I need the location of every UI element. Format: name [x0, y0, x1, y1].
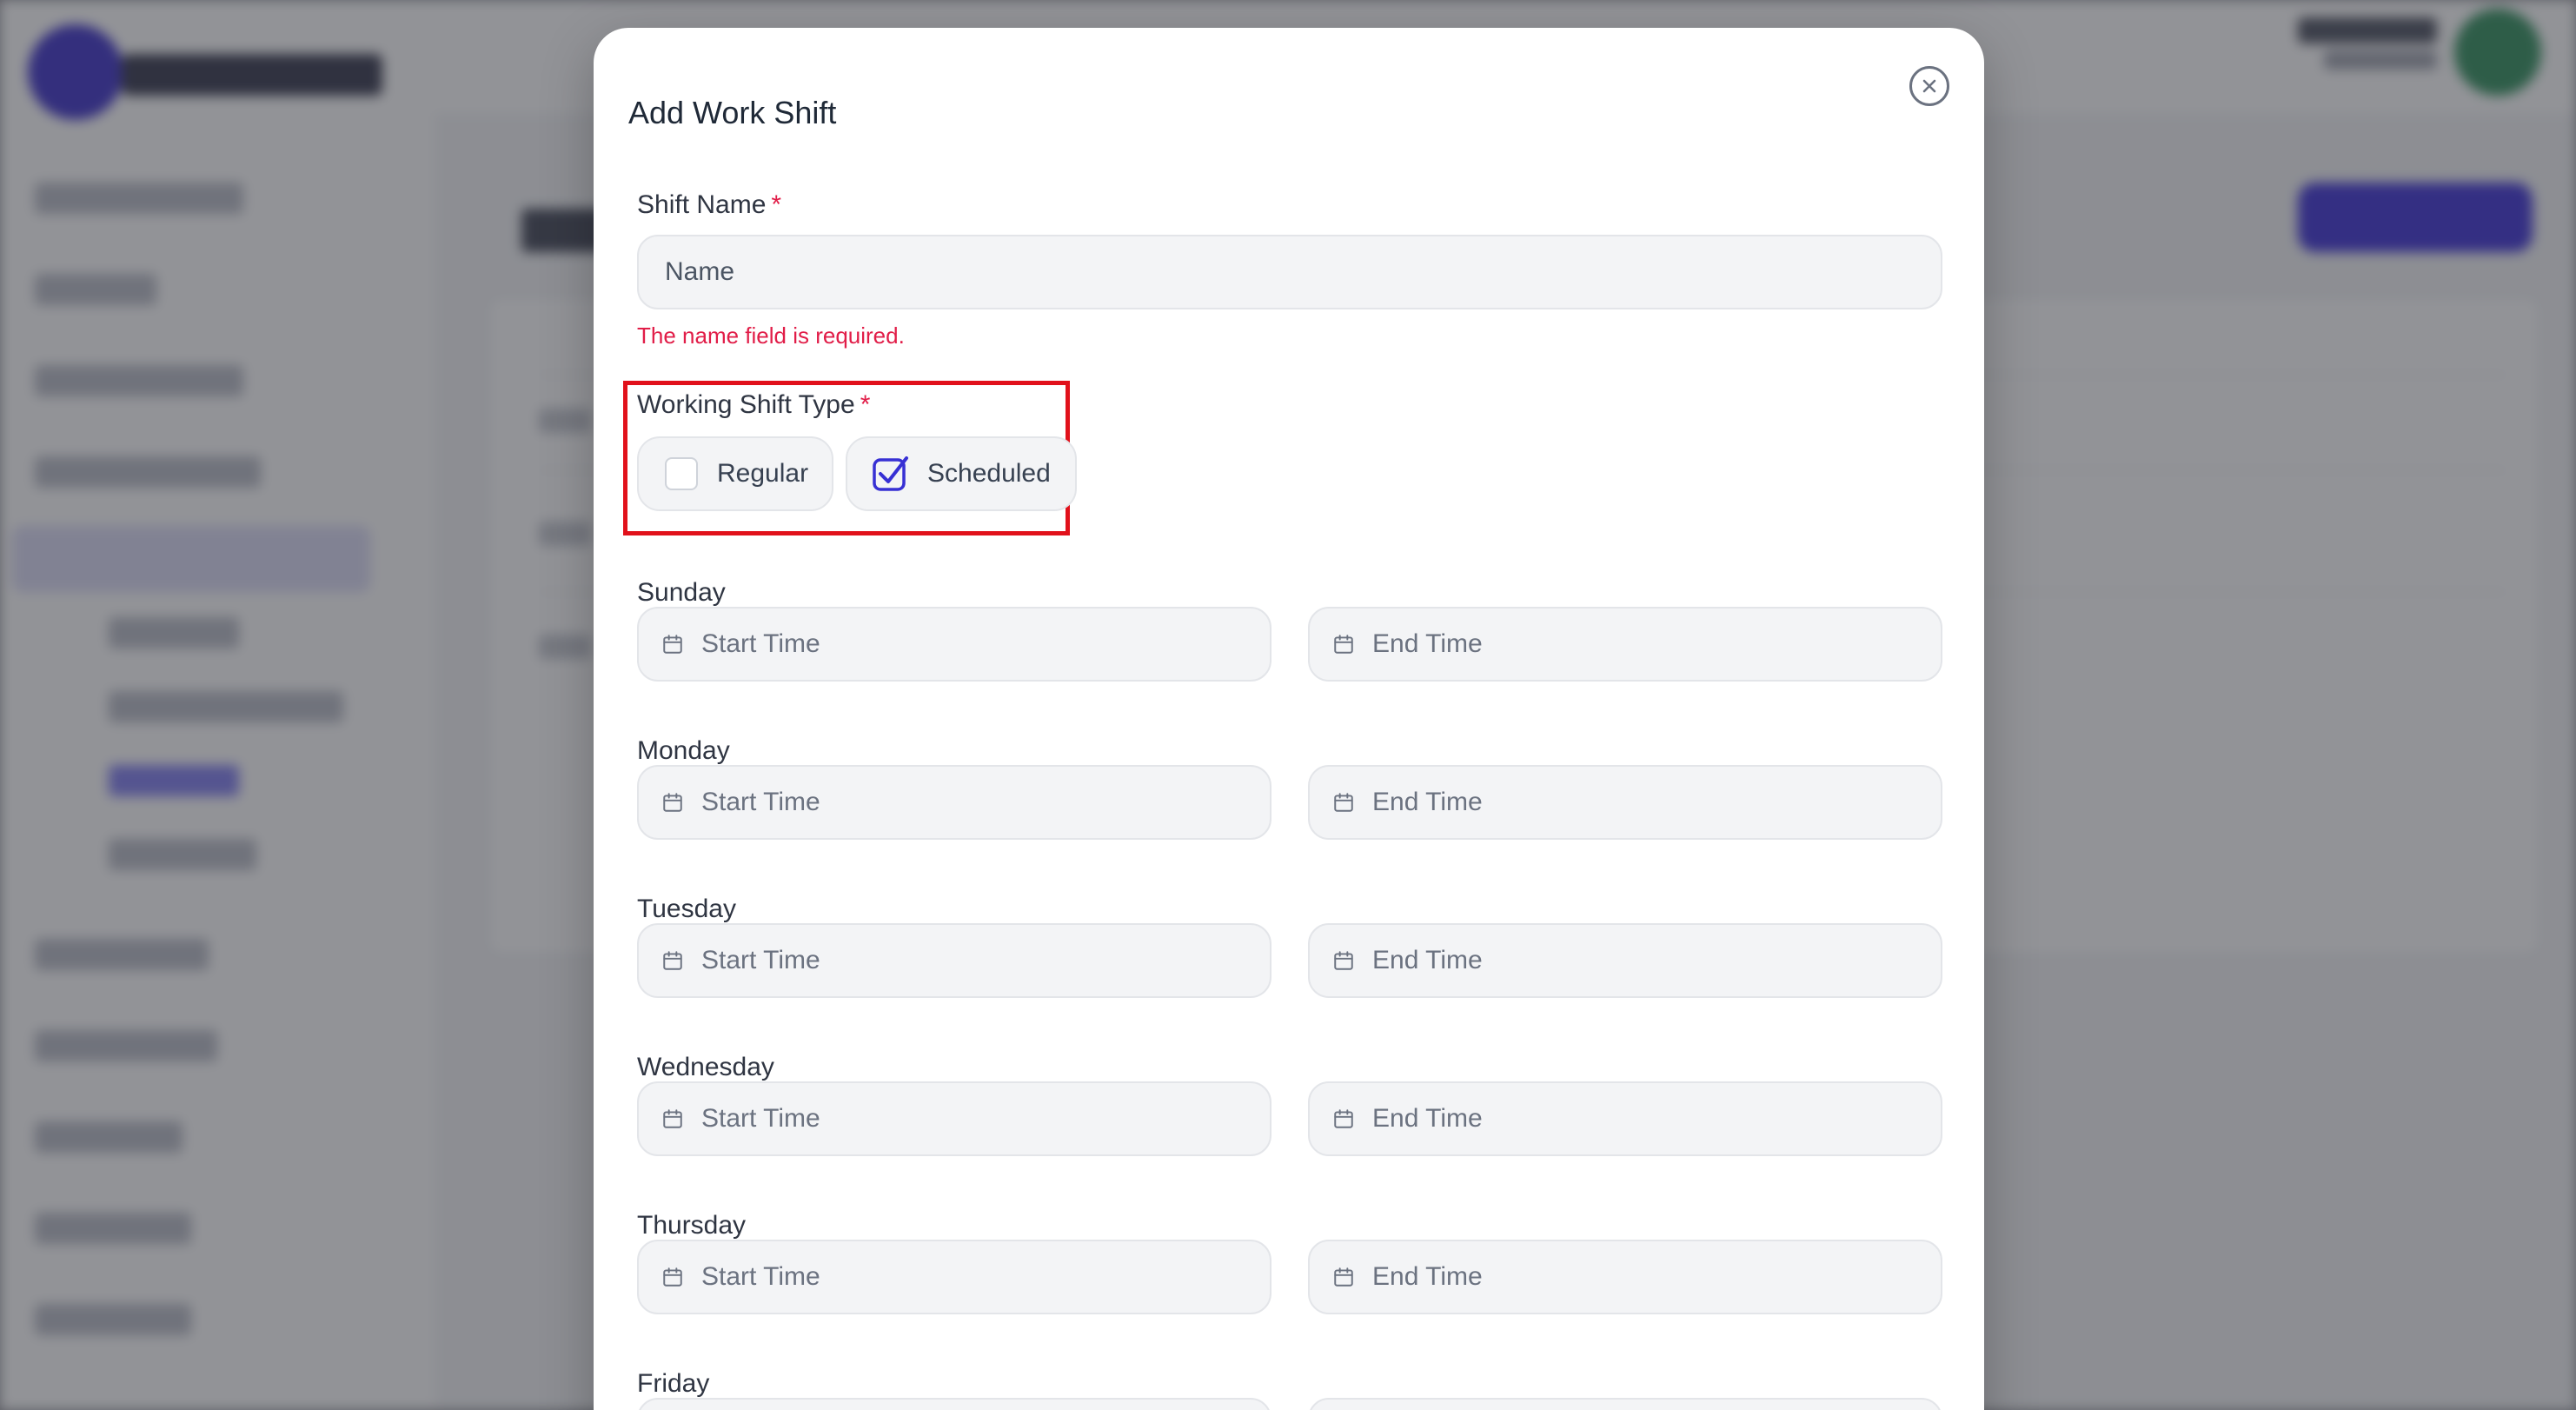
- day-label-thursday: Thursday: [637, 1211, 747, 1240]
- end-time-placeholder: End Time: [1372, 1104, 1483, 1133]
- end-time-placeholder: End Time: [1372, 1262, 1483, 1291]
- calendar-icon: [661, 1107, 684, 1130]
- shift-type-label: Working Shift Type *: [637, 389, 870, 421]
- end-time-placeholder: End Time: [1372, 788, 1483, 816]
- scheduled-checkbox[interactable]: [872, 455, 910, 493]
- shift-type-label-text: Working Shift Type: [637, 390, 855, 419]
- checkbox-checked-icon: [873, 456, 908, 491]
- calendar-icon: [1332, 1266, 1355, 1288]
- start-time-placeholder: Start Time: [701, 1104, 820, 1133]
- required-mark: *: [771, 190, 782, 219]
- regular-checkbox[interactable]: [665, 457, 698, 490]
- modal-title: Add Work Shift: [628, 95, 837, 130]
- add-work-shift-modal: Add Work Shift Shift Name* The name fiel…: [594, 28, 1984, 1410]
- shift-name-error: The name field is required.: [637, 323, 905, 349]
- day-label-sunday: Sunday: [637, 578, 726, 607]
- sunday-start-time-input[interactable]: Start Time: [637, 607, 1271, 682]
- required-mark: *: [860, 390, 871, 419]
- monday-end-time-input[interactable]: End Time: [1308, 765, 1942, 840]
- calendar-icon: [661, 633, 684, 655]
- tuesday-start-time-input[interactable]: Start Time: [637, 923, 1271, 998]
- calendar-icon: [661, 1266, 684, 1288]
- day-label-wednesday: Wednesday: [637, 1053, 774, 1081]
- wednesday-start-time-input[interactable]: Start Time: [637, 1081, 1271, 1156]
- shift-name-label-text: Shift Name: [637, 190, 767, 219]
- calendar-icon: [661, 791, 684, 814]
- day-label-friday: Friday: [637, 1369, 710, 1398]
- calendar-icon: [1332, 791, 1355, 814]
- shift-type-scheduled-option[interactable]: Scheduled: [846, 436, 1077, 511]
- start-time-placeholder: Start Time: [701, 946, 820, 974]
- close-icon: [1922, 79, 1936, 93]
- shift-name-input[interactable]: [637, 235, 1942, 309]
- start-time-placeholder: Start Time: [701, 788, 820, 816]
- shift-type-regular-option[interactable]: Regular: [637, 436, 833, 511]
- day-label-monday: Monday: [637, 736, 730, 765]
- tuesday-end-time-input[interactable]: End Time: [1308, 923, 1942, 998]
- calendar-icon: [1332, 1107, 1355, 1130]
- scheduled-option-label: Scheduled: [927, 459, 1051, 488]
- end-time-placeholder: End Time: [1372, 946, 1483, 974]
- thursday-end-time-input[interactable]: End Time: [1308, 1240, 1942, 1314]
- close-button[interactable]: [1909, 66, 1949, 106]
- shift-name-label: Shift Name *: [637, 190, 781, 221]
- calendar-icon: [661, 949, 684, 972]
- regular-option-label: Regular: [717, 459, 809, 488]
- friday-start-time-input[interactable]: [637, 1398, 1271, 1410]
- day-label-tuesday: Tuesday: [637, 895, 736, 923]
- start-time-placeholder: Start Time: [701, 629, 820, 658]
- start-time-placeholder: Start Time: [701, 1262, 820, 1291]
- calendar-icon: [1332, 633, 1355, 655]
- calendar-icon: [1332, 949, 1355, 972]
- monday-start-time-input[interactable]: Start Time: [637, 765, 1271, 840]
- end-time-placeholder: End Time: [1372, 629, 1483, 658]
- thursday-start-time-input[interactable]: Start Time: [637, 1240, 1271, 1314]
- friday-end-time-input[interactable]: [1308, 1398, 1942, 1410]
- wednesday-end-time-input[interactable]: End Time: [1308, 1081, 1942, 1156]
- sunday-end-time-input[interactable]: End Time: [1308, 607, 1942, 682]
